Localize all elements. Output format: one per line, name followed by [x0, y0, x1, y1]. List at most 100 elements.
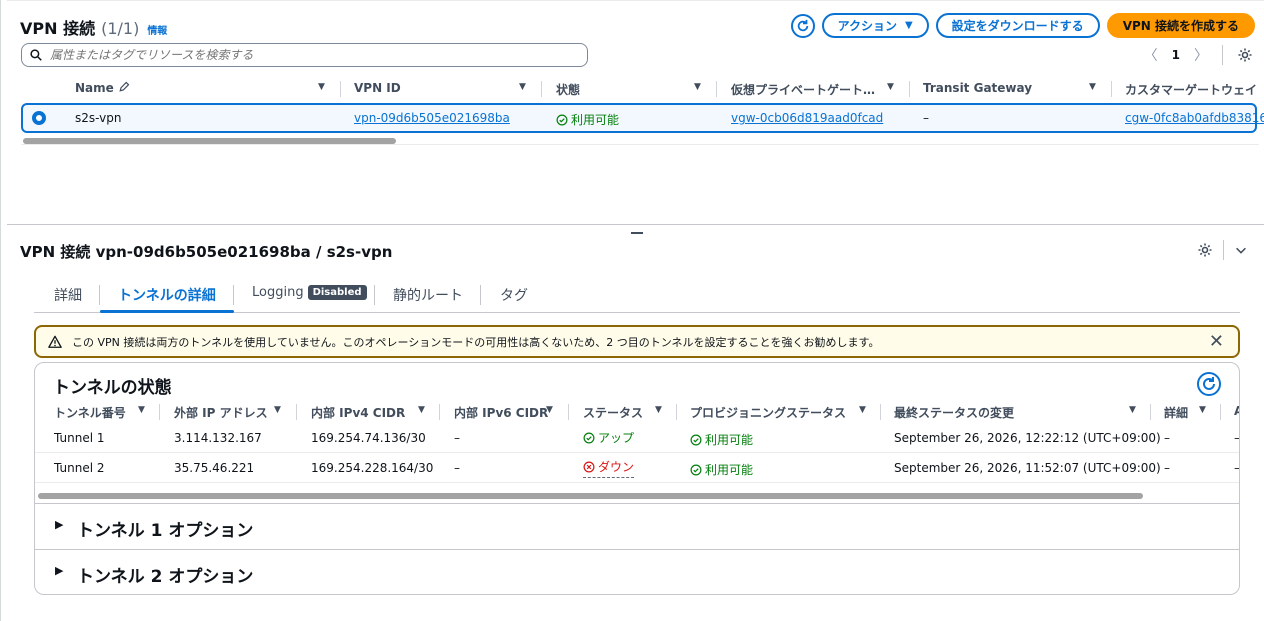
sort-icon[interactable]: ▼ [318, 82, 325, 92]
caret-right-icon: ▶ [55, 518, 64, 531]
column-header-provisioning[interactable]: プロビジョニングステータス [690, 404, 846, 421]
active-tab-indicator [100, 310, 234, 313]
tab-details[interactable]: 詳細 [54, 285, 82, 305]
search-icon [30, 49, 42, 61]
caret-down-icon: ▼ [904, 20, 913, 31]
sort-icon[interactable]: ▼ [519, 82, 526, 92]
column-header-inside-ipv6[interactable]: 内部 IPv6 CIDR [454, 404, 548, 421]
provisioning-text: 利用可能 [705, 433, 754, 447]
column-header-outside-ip[interactable]: 外部 IP アドレス [174, 404, 268, 421]
column-divider [1111, 81, 1112, 97]
refresh-button[interactable] [790, 13, 815, 38]
download-config-button[interactable]: 設定をダウンロードする [935, 13, 1100, 38]
column-header-tgw[interactable]: Transit Gateway [923, 81, 1032, 95]
create-vpn-button[interactable]: VPN 接続を作成する [1106, 13, 1255, 38]
pagination: 〈 1 〉 [1144, 45, 1253, 65]
cell-inside-ipv6: – [454, 461, 460, 475]
sort-icon[interactable]: ▼ [694, 82, 701, 92]
column-divider [716, 81, 717, 97]
close-icon[interactable]: ✕ [1209, 333, 1224, 351]
tab-divider [233, 285, 234, 305]
sort-icon[interactable]: ▼ [887, 82, 894, 92]
cell-extra: – [1234, 431, 1240, 445]
tunnel-1-options-expander[interactable]: ▶ トンネル 1 オプション [35, 503, 1239, 549]
column-divider [1150, 404, 1151, 420]
sort-icon[interactable]: ▼ [138, 405, 145, 415]
column-divider [676, 404, 677, 420]
search-input[interactable] [50, 48, 570, 62]
cell-tunnel-number: Tunnel 1 [54, 431, 105, 445]
info-link[interactable]: 情報 [147, 22, 167, 37]
page-title: VPN 接続 [20, 19, 96, 38]
column-header-state[interactable]: 状態 [556, 81, 580, 98]
warning-icon [48, 335, 62, 348]
vpn-connections-panel: VPN 接続 (1/1) 情報 アクション ▼ 設定をダウンロードする VPN … [7, 0, 1264, 225]
cell-name: s2s-vpn [75, 111, 122, 125]
status-text: アップ [598, 431, 635, 445]
tab-divider [480, 285, 481, 305]
tab-static-routes[interactable]: 静的ルート [393, 285, 463, 305]
cgw-link[interactable]: cgw-0fc8ab0afdb83816c [1125, 111, 1264, 125]
sort-icon[interactable]: ▼ [274, 405, 281, 415]
panel-resize-handle[interactable] [631, 232, 643, 234]
actions-dropdown[interactable]: アクション ▼ [821, 13, 929, 38]
column-header-name[interactable]: Name [75, 81, 130, 95]
vgw-link[interactable]: vgw-0cb06d819aad0fcad [731, 111, 883, 125]
scroll-track [21, 144, 1259, 145]
column-header-vgw[interactable]: 仮想プライベートゲート… [731, 81, 875, 98]
check-circle-icon [556, 114, 568, 126]
column-header-last-change[interactable]: 最終ステータスの変更 [894, 404, 1014, 421]
cell-inside-ipv4: 169.254.228.164/30 [311, 461, 434, 475]
column-divider [568, 404, 569, 420]
sort-icon[interactable]: ▼ [418, 405, 425, 415]
row-radio[interactable] [32, 111, 46, 125]
current-page[interactable]: 1 [1172, 48, 1180, 62]
prev-page-icon[interactable]: 〈 [1144, 45, 1158, 65]
column-header-vpn-id[interactable]: VPN ID [354, 81, 401, 95]
cell-provisioning: 利用可能 [690, 431, 753, 448]
column-header-inside-ipv4[interactable]: 内部 IPv4 CIDR [311, 404, 405, 421]
expander-label: トンネル 2 オプション [77, 567, 254, 587]
horizontal-scrollbar[interactable] [38, 493, 1143, 499]
tab-tunnel-details[interactable]: トンネルの詳細 [118, 285, 216, 305]
table-header: Name ▼ VPN ID ▼ 状態 ▼ 仮想プライベートゲート… ▼ Tran… [21, 78, 1264, 100]
sort-icon[interactable]: ▼ [546, 405, 553, 415]
edit-icon [119, 81, 130, 92]
sort-icon[interactable]: ▼ [1199, 405, 1206, 415]
status-text: ダウン [598, 460, 635, 474]
cell-state: 利用可能 [556, 111, 619, 128]
sort-icon[interactable]: ▼ [1089, 82, 1096, 92]
sort-icon[interactable]: ▼ [859, 405, 866, 415]
column-divider [909, 81, 910, 97]
column-header-extra[interactable]: A [1234, 404, 1239, 418]
column-header-status[interactable]: ステータス [583, 404, 643, 421]
column-header-cgw[interactable]: カスタマーゲートウェイ [1125, 81, 1257, 98]
resource-count: (1/1) [101, 19, 140, 38]
cell-last-change: September 26, 2026, 11:52:07 (UTC+09:00) [894, 461, 1161, 475]
tunnel-2-options-expander[interactable]: ▶ トンネル 2 オプション [35, 549, 1239, 594]
vpn-id-link[interactable]: vpn-09d6b505e021698ba [354, 111, 510, 125]
gear-icon[interactable] [1197, 242, 1213, 258]
cell-outside-ip: 3.114.132.167 [174, 431, 262, 445]
next-page-icon[interactable]: 〉 [1194, 45, 1208, 65]
sort-icon[interactable]: ▼ [1129, 405, 1136, 415]
tab-logging[interactable]: Logging Disabled [252, 285, 367, 300]
column-divider [340, 81, 341, 97]
sort-icon[interactable]: ▼ [655, 405, 662, 415]
check-circle-icon [690, 464, 702, 476]
column-header-detail[interactable]: 詳細 [1164, 404, 1188, 421]
tab-tags[interactable]: タグ [500, 285, 528, 305]
refresh-icon[interactable] [1197, 372, 1221, 396]
chevron-down-icon[interactable] [1234, 243, 1248, 257]
cell-extra: – [1234, 461, 1240, 475]
warning-text: この VPN 接続は両方のトンネルを使用していません。このオペレーションモードの… [72, 335, 880, 349]
divider [1223, 240, 1224, 260]
column-divider [439, 404, 440, 420]
gear-icon[interactable] [1237, 47, 1253, 63]
table-row[interactable]: s2s-vpn vpn-09d6b505e021698ba 利用可能 vgw-0… [21, 103, 1264, 133]
details-title: VPN 接続 vpn-09d6b505e021698ba / s2s-vpn [20, 243, 393, 261]
column-divider [541, 81, 542, 97]
check-circle-icon [690, 434, 702, 446]
cell-status[interactable]: ダウン [583, 458, 635, 478]
column-header-tunnel-number[interactable]: トンネル番号 [54, 404, 126, 421]
